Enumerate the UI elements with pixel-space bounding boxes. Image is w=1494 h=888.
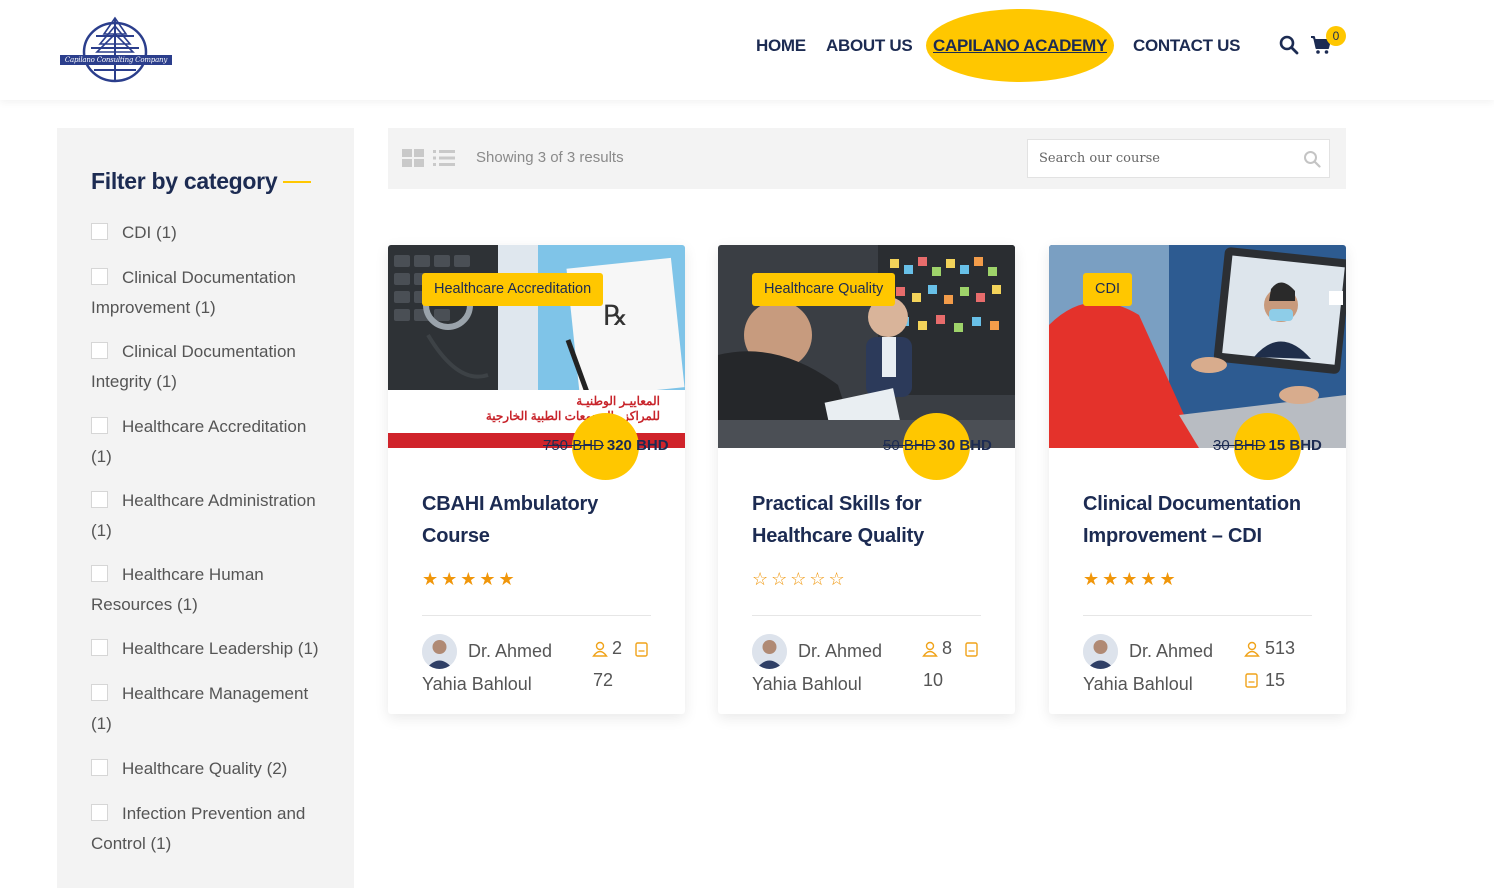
site-header: Capilano Consulting Company HOME ABOUT U… xyxy=(0,0,1494,100)
category-checkbox[interactable] xyxy=(91,759,108,776)
title-accent-dash xyxy=(283,181,311,183)
nav-about-us[interactable]: ABOUT US xyxy=(826,36,913,56)
nav-capilano-academy-label: CAPILANO ACADEMY xyxy=(932,36,1107,55)
students-count: 8 xyxy=(942,638,953,658)
rating-stars: ★★★★★ xyxy=(1083,569,1179,589)
category-filter-item[interactable]: Healthcare Human Resources (1) xyxy=(91,560,331,620)
old-price: 750 BHD xyxy=(543,437,604,454)
students-icon xyxy=(1244,641,1260,657)
rating-stars: ☆☆☆☆☆ xyxy=(752,569,848,589)
students-icon xyxy=(922,641,938,657)
svg-text:℞: ℞ xyxy=(603,299,628,332)
category-label: Clinical Documentation Improvement (1) xyxy=(91,268,296,317)
nav-capilano-academy[interactable]: CAPILANO ACADEMY xyxy=(926,9,1114,82)
category-label: Healthcare Quality (2) xyxy=(122,759,288,778)
category-checkbox[interactable] xyxy=(91,684,108,701)
category-filter-item[interactable]: Healthcare Administration (1) xyxy=(91,486,331,546)
card-divider xyxy=(1083,615,1312,616)
search-icon[interactable] xyxy=(1303,150,1321,168)
card-divider xyxy=(752,615,981,616)
category-checkbox[interactable] xyxy=(91,491,108,508)
category-label: Infection Prevention and Control (1) xyxy=(91,804,306,853)
course-title[interactable]: CBAHI Ambulatory Course xyxy=(422,488,662,552)
course-card[interactable]: Healthcare Quality 50 BHD 30 BHD Practica… xyxy=(718,245,1015,714)
students-count: 513 xyxy=(1265,638,1296,658)
category-filter-item[interactable]: Healthcare Management (1) xyxy=(91,679,331,739)
category-label: Healthcare Leadership (1) xyxy=(122,639,319,658)
category-filter-item[interactable]: Infection Prevention and Control (1) xyxy=(91,799,331,859)
category-badge[interactable]: Healthcare Accreditation xyxy=(422,273,604,306)
image-arabic-caption: المعاييـر الوطنيـة للمراكز والمجمعات الط… xyxy=(448,394,660,424)
course-title[interactable]: Clinical Documentation Improvement – CDI xyxy=(1083,488,1323,552)
lessons-count: 10 xyxy=(923,670,944,690)
logo-globe-icon xyxy=(82,16,148,83)
lessons-icon xyxy=(965,642,978,657)
sale-price: 15 BHD xyxy=(1268,437,1322,454)
lessons-count: 72 xyxy=(593,670,614,690)
results-count: Showing 3 of 3 results xyxy=(476,149,624,166)
course-price: 30 BHD 15 BHD xyxy=(1213,437,1322,454)
company-logo[interactable]: Capilano Consulting Company xyxy=(56,14,174,86)
category-filter-sidebar: Filter by category CDI (1) Clinical Docu… xyxy=(57,128,354,888)
logo-text: Capilano Consulting Company xyxy=(60,55,172,65)
card-divider xyxy=(422,615,651,616)
course-search[interactable] xyxy=(1027,139,1330,178)
category-checkbox[interactable] xyxy=(91,804,108,821)
instructor-name[interactable]: Dr. Ahmed Yahia Bahloul xyxy=(422,635,582,701)
old-price: 30 BHD xyxy=(1213,437,1266,454)
search-icon[interactable] xyxy=(1279,35,1299,55)
instructor-name[interactable]: Dr. Ahmed Yahia Bahloul xyxy=(1083,635,1243,701)
lessons-icon xyxy=(1245,673,1258,688)
category-checkbox[interactable] xyxy=(91,268,108,285)
category-label: Healthcare Human Resources (1) xyxy=(91,565,264,614)
category-badge[interactable]: CDI xyxy=(1083,273,1132,306)
list-view-icon[interactable] xyxy=(433,149,455,167)
image-caption-line: المعاييـر الوطنيـة xyxy=(576,394,660,408)
category-filter-item[interactable]: Clinical Documentation Integrity (1) xyxy=(91,337,331,397)
course-price: 750 BHD 320 BHD xyxy=(543,437,669,454)
lessons-icon xyxy=(635,642,648,657)
lessons-count: 15 xyxy=(1265,670,1286,690)
sale-price: 320 BHD xyxy=(606,437,669,454)
category-filter-item[interactable]: Healthcare Accreditation (1) xyxy=(91,412,331,472)
category-checkbox[interactable] xyxy=(91,565,108,582)
rating-stars: ★★★★★ xyxy=(422,569,518,589)
category-label: Healthcare Administration (1) xyxy=(91,491,316,540)
category-checkbox[interactable] xyxy=(91,417,108,434)
course-title[interactable]: Practical Skills for Healthcare Quality xyxy=(752,488,992,552)
category-checkbox[interactable] xyxy=(91,639,108,656)
category-filter-item[interactable]: Clinical Documentation Improvement (1) xyxy=(91,263,331,323)
category-badge[interactable]: Healthcare Quality xyxy=(752,273,896,306)
category-label: Healthcare Management (1) xyxy=(91,684,309,733)
students-count: 2 xyxy=(612,638,623,658)
sale-price: 30 BHD xyxy=(938,437,992,454)
course-search-input[interactable] xyxy=(1028,140,1298,177)
grid-view-icon[interactable] xyxy=(402,149,424,167)
category-filter-item[interactable]: Healthcare Leadership (1) xyxy=(91,634,331,664)
course-card[interactable]: ℞ المعاييـر الوطنيـة للمراكز والمجمعات ا… xyxy=(388,245,685,714)
category-label: Clinical Documentation Integrity (1) xyxy=(91,342,296,391)
course-price: 50 BHD 30 BHD xyxy=(883,437,992,454)
category-checkbox[interactable] xyxy=(91,223,108,240)
cart-count-badge: 0 xyxy=(1326,26,1346,46)
category-filter-item[interactable]: Healthcare Quality (2) xyxy=(91,754,331,784)
course-card[interactable]: CDI 30 BHD 15 BHD Clinical Documentation … xyxy=(1049,245,1346,714)
category-label: Healthcare Accreditation (1) xyxy=(91,417,307,466)
nav-contact-us[interactable]: CONTACT US xyxy=(1133,36,1240,56)
instructor-name[interactable]: Dr. Ahmed Yahia Bahloul xyxy=(752,635,912,701)
nav-home[interactable]: HOME xyxy=(756,36,806,56)
category-label: CDI (1) xyxy=(122,223,177,242)
filter-title: Filter by category xyxy=(91,168,278,194)
category-filter-item[interactable]: CDI (1) xyxy=(91,218,331,248)
category-checkbox[interactable] xyxy=(91,342,108,359)
students-icon xyxy=(592,641,608,657)
results-toolbar: Showing 3 of 3 results xyxy=(388,128,1346,189)
old-price: 50 BHD xyxy=(883,437,936,454)
